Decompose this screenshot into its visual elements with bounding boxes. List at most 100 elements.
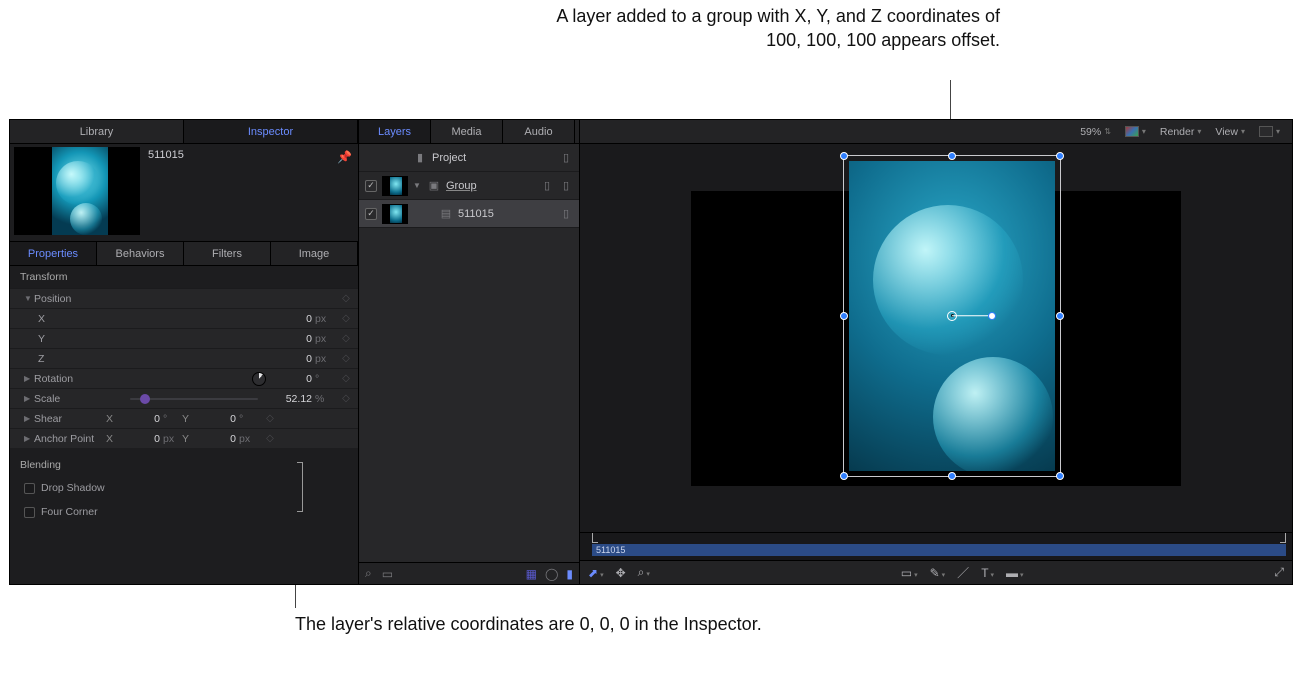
tab-media[interactable]: Media [431,120,503,143]
visible-checkbox[interactable]: ✓ [365,208,377,220]
disclosure-icon[interactable]: ▼ [413,181,422,190]
resize-handle-b[interactable] [948,472,956,480]
param-anchor-point[interactable]: ▶ Anchor Point X 0 px Y 0 px ◇ [10,428,358,448]
mask-tool[interactable]: ▬▾ [1006,566,1024,580]
tab-audio[interactable]: Audio [503,120,575,143]
layer-row-group[interactable]: ✓ ▼ ▣ Group ▯ ▯ [359,172,579,200]
filter-icon[interactable]: ▮ [566,567,573,581]
timeline-out-marker[interactable] [1280,533,1286,543]
layer-name[interactable]: Group [446,180,535,192]
param-sublabel: Y [182,413,196,425]
param-shear[interactable]: ▶ Shear X 0 ° Y 0 ° ◇ [10,408,358,428]
select-tool[interactable]: ⬈▾ [588,566,604,580]
param-position-z[interactable]: Z 0 px ◇ [10,348,358,368]
search-icon[interactable]: ⌕ [365,566,372,581]
param-scale[interactable]: ▶ Scale 52.12 % ◇ [10,388,358,408]
pen-tool[interactable]: ✎▾ [930,566,946,580]
layer-row-clip[interactable]: ✓ ▤ 511015 ▯ [359,200,579,228]
resize-handle-br[interactable] [1056,472,1064,480]
lock-icon[interactable]: ▯ [559,151,573,164]
param-label: Drop Shadow [41,482,105,494]
param-value[interactable]: 0 [120,413,160,425]
view-menu[interactable]: View ▾ [1211,126,1249,138]
rectangle-tool[interactable]: ▭▾ [901,566,918,580]
inspector-thumbnail [14,147,140,235]
zoom-control[interactable]: 59% ⇅ [1076,126,1115,138]
layers-footer: ⌕ ▭ ▦ ◯ ▮ [359,562,579,584]
param-value[interactable]: 0 [196,433,236,445]
render-menu[interactable]: Render ▾ [1156,126,1205,138]
keyframe-icon[interactable]: ◇ [264,433,276,444]
keyframe-icon[interactable]: ◇ [340,313,352,324]
keyframe-icon[interactable]: ◇ [340,353,352,364]
rotation-handle[interactable] [988,312,996,320]
resize-handle-tr[interactable] [1056,152,1064,160]
frame-icon[interactable]: ▭ [382,567,393,581]
view-tool[interactable]: ⌕▾ [638,565,650,580]
keyframe-icon[interactable]: ◇ [340,333,352,344]
param-value[interactable]: 0 [252,333,312,345]
param-value[interactable]: 0 [272,373,312,385]
param-value[interactable]: 0 [120,433,160,445]
pin-icon[interactable]: 📌 [337,150,352,164]
checkbox[interactable] [24,483,35,494]
keyframe-icon[interactable]: ◇ [340,393,352,404]
tab-inspector[interactable]: Inspector [184,120,358,143]
param-position-x[interactable]: X 0 px ◇ [10,308,358,328]
resize-handle-r[interactable] [1056,312,1064,320]
selection-bounding-box[interactable] [843,155,1061,477]
keyframe-icon[interactable]: ◇ [264,413,276,424]
color-channels-button[interactable]: ▾ [1121,126,1150,137]
viewport-layout-button[interactable]: ▾ [1255,126,1284,137]
subtab-filters[interactable]: Filters [184,242,271,265]
param-value[interactable]: 0 [252,313,312,325]
tab-layers[interactable]: Layers [359,120,431,143]
subtab-image[interactable]: Image [271,242,358,265]
paint-tool[interactable]: ／ [957,564,969,581]
param-sublabel: X [106,413,120,425]
param-position[interactable]: ▼ Position ◇ [10,288,358,308]
layer-name[interactable]: 511015 [458,208,554,220]
layer-row-project[interactable]: ▮ Project ▯ [359,144,579,172]
behavior-icon[interactable]: ◯ [545,567,558,581]
disclosure-icon[interactable]: ▶ [24,374,34,383]
param-drop-shadow[interactable]: Drop Shadow [10,476,358,500]
pass-through-icon[interactable]: ▯ [540,179,554,192]
param-value[interactable]: 0 [196,413,236,425]
checkbox[interactable] [24,507,35,518]
timeline-clip[interactable]: 511015 [592,544,1286,556]
resize-handle-l[interactable] [840,312,848,320]
keyframe-icon[interactable]: ◇ [340,293,352,304]
timeline-in-marker[interactable] [592,533,598,543]
param-four-corner[interactable]: Four Corner [10,500,358,524]
text-tool[interactable]: T▾ [981,566,994,580]
resize-handle-t[interactable] [948,152,956,160]
lock-icon[interactable]: ▯ [559,179,573,192]
scale-slider[interactable] [130,398,258,400]
param-value[interactable]: 0 [252,353,312,365]
lock-icon[interactable]: ▯ [559,207,573,220]
disclosure-icon[interactable]: ▼ [24,294,34,303]
mini-timeline[interactable]: 511015 [580,532,1292,560]
rotation-lever[interactable] [952,315,992,317]
resize-handle-bl[interactable] [840,472,848,480]
group-icon: ▣ [427,179,441,192]
subtab-behaviors[interactable]: Behaviors [97,242,184,265]
rotation-dial[interactable] [252,372,266,386]
disclosure-icon[interactable]: ▶ [24,394,34,403]
keyframe-icon[interactable]: ◇ [340,373,352,384]
mask-icon[interactable]: ▦ [526,567,537,581]
expand-icon[interactable]: ⤢ [1274,565,1284,580]
tab-library[interactable]: Library [10,120,184,143]
3d-transform-tool[interactable]: ✥ [616,566,626,580]
param-value[interactable]: 52.12 [266,393,312,405]
param-sublabel: Y [182,433,196,445]
param-rotation[interactable]: ▶ Rotation 0 ° ◇ [10,368,358,388]
subtab-properties[interactable]: Properties [10,242,97,265]
resize-handle-tl[interactable] [840,152,848,160]
canvas-viewport[interactable] [580,144,1292,532]
disclosure-icon[interactable]: ▶ [24,414,34,423]
disclosure-icon[interactable]: ▶ [24,434,34,443]
param-position-y[interactable]: Y 0 px ◇ [10,328,358,348]
visible-checkbox[interactable]: ✓ [365,180,377,192]
